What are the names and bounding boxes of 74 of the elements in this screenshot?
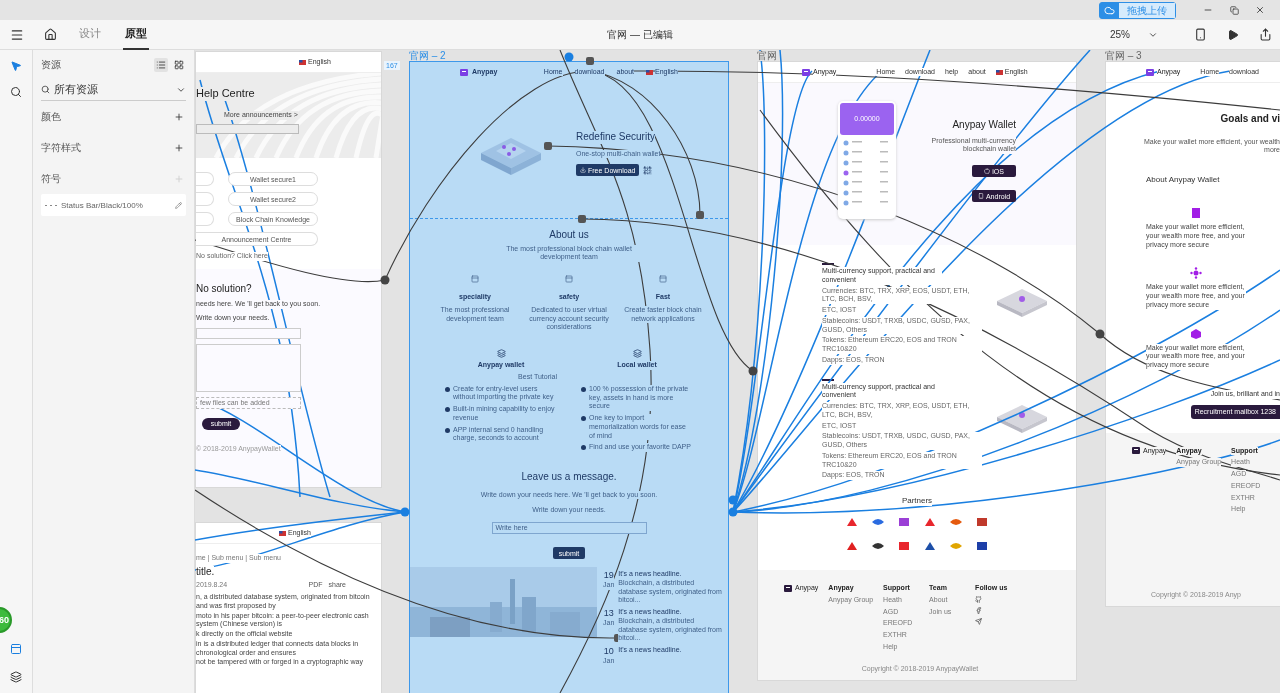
link-handle[interactable] [578, 215, 586, 223]
dashes-icon [45, 203, 57, 207]
list-view-icon[interactable] [154, 58, 168, 72]
check-icon [445, 407, 450, 412]
link-anchor[interactable] [1095, 329, 1105, 339]
social-icon[interactable] [975, 606, 983, 614]
input-field[interactable] [196, 327, 301, 339]
close-button[interactable] [1254, 4, 1266, 16]
frame-icon[interactable] [8, 641, 24, 657]
logo-icon [802, 68, 810, 76]
search-icon[interactable] [8, 84, 24, 100]
flag-icon [299, 59, 307, 65]
pointer-icon[interactable] [8, 58, 24, 74]
link-handle[interactable] [586, 57, 594, 65]
document-title: 官网 — 已编辑 [607, 28, 673, 42]
section-label: 颜色 [41, 109, 61, 124]
edit-icon[interactable] [175, 201, 182, 209]
asset-filter[interactable]: 所有资源 [41, 79, 186, 101]
check-icon [581, 416, 586, 421]
link-anchor[interactable] [748, 366, 758, 376]
check-icon [581, 386, 586, 392]
social-icon[interactable] [975, 617, 983, 625]
link-handle[interactable] [544, 142, 552, 150]
link-anchor[interactable] [380, 275, 390, 285]
flag-icon [279, 530, 287, 536]
section-title: About Anypay Wallet [1146, 175, 1220, 185]
download-icon [580, 167, 586, 174]
qr-code-icon[interactable] [643, 165, 653, 175]
section-title: Partners [901, 496, 933, 506]
zoom-dropdown[interactable]: 25% [1104, 28, 1164, 41]
feature-icon [1190, 327, 1202, 340]
restore-icon [1229, 5, 1239, 15]
check-icon [445, 386, 450, 392]
section-title: Leave us a message. [521, 471, 617, 484]
news-day: 19 [603, 570, 614, 582]
cloud-icon [1104, 4, 1115, 16]
feature-icon [565, 275, 573, 283]
layers-icon[interactable] [8, 669, 24, 685]
android-icon [977, 193, 984, 199]
symbol-item[interactable]: Status Bar/Black/100% [41, 194, 186, 216]
hero-title: Anypay Wallet [952, 119, 1016, 132]
hero-title: Redefine Security [576, 131, 655, 144]
search-field[interactable] [196, 123, 299, 134]
wallet-icon [496, 349, 506, 358]
artboard-label: 官网 – 2 [409, 51, 446, 61]
logo-icon [1132, 447, 1140, 455]
search-icon [41, 85, 50, 94]
link-handle[interactable] [696, 211, 704, 219]
flag-icon [646, 69, 654, 75]
social-icon[interactable] [975, 595, 983, 603]
artboard-label: 官网 – 3 [1105, 51, 1142, 61]
grid-view-icon[interactable] [172, 58, 186, 72]
logo-icon [1146, 68, 1154, 76]
restore-button[interactable] [1228, 4, 1240, 16]
logo-icon [784, 584, 792, 592]
feature-icon [471, 275, 479, 283]
page-title: Help Centre [196, 87, 255, 101]
section-label: 符号 [41, 171, 61, 186]
apple-icon [984, 168, 991, 174]
logo-icon [460, 68, 468, 76]
feature-icon [1190, 207, 1202, 219]
panel-title: 资源 [41, 58, 61, 72]
feature-icon [1190, 267, 1202, 280]
wallet-icon [632, 349, 642, 358]
mode-tab[interactable]: 设计 [77, 19, 103, 50]
section-label: 字符样式 [41, 140, 81, 155]
check-icon [581, 445, 586, 451]
home-icon[interactable] [42, 26, 59, 43]
artboard-label: 官网 [757, 51, 777, 61]
close-icon [1255, 5, 1265, 15]
feature-icon [659, 275, 667, 283]
check-icon [445, 427, 450, 433]
message-field[interactable] [196, 343, 301, 392]
flag-icon [995, 69, 1003, 75]
